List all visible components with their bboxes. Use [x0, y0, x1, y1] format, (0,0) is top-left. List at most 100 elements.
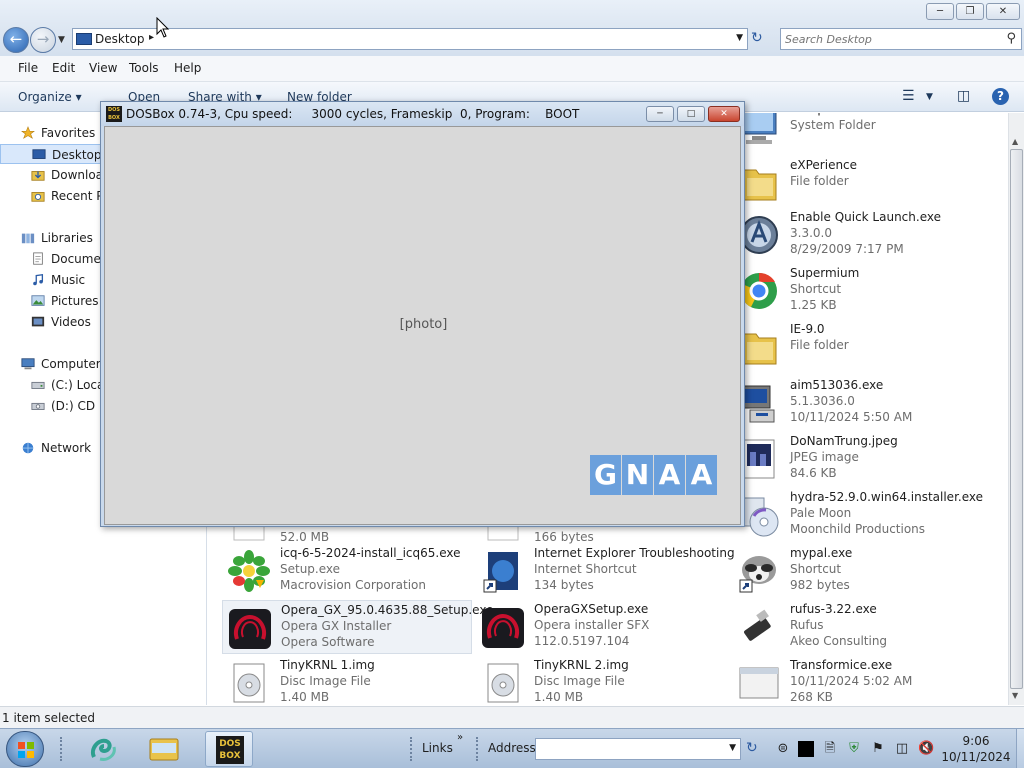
start-button[interactable] [6, 731, 44, 767]
help-icon[interactable]: ? [992, 88, 1009, 105]
file-name: Transformice.exe [790, 658, 893, 672]
file-item[interactable]: Computer System Folder [732, 113, 982, 154]
search-icon[interactable]: ⚲ [1006, 31, 1016, 46]
file-detail: JPEG image [790, 450, 859, 464]
dosbox-title-bar[interactable]: DOS BOX DOSBox 0.74-3, Cpu speed: 3000 c… [101, 102, 744, 126]
file-item[interactable]: rufus-3.22.exe Rufus Akeo Consulting [732, 600, 982, 654]
file-name: aim513036.exe [790, 378, 884, 392]
file-item[interactable]: hydra-52.9.0.win64.installer.exe Pale Moo… [732, 488, 983, 542]
icq-flower-icon [228, 550, 270, 592]
tray-icon[interactable]: ⊜ [775, 741, 791, 757]
nav-item-label: Desktop [52, 148, 102, 162]
file-detail: Shortcut [790, 282, 842, 296]
address-text[interactable]: Desktop [95, 32, 145, 46]
file-detail: 10/11/2024 5:50 AM [790, 410, 913, 424]
dosbox-minimize-button[interactable]: ─ [646, 106, 674, 122]
taskbar-app-button[interactable] [80, 731, 128, 767]
go-icon[interactable]: ↻ [746, 740, 758, 756]
taskbar-dosbox-button[interactable]: DOS BOX [205, 731, 253, 767]
menu-view[interactable]: View [89, 61, 117, 75]
file-item[interactable]: Internet Explorer Troubleshooting Interne… [476, 544, 735, 598]
back-button[interactable]: ← [3, 27, 29, 53]
taskbar-address-input[interactable] [538, 741, 718, 757]
nav-item-label: Network [41, 441, 92, 455]
show-desktop-button[interactable] [1016, 729, 1024, 768]
menu-file[interactable]: File [18, 61, 38, 75]
preview-pane-icon[interactable]: ◫ [957, 88, 970, 104]
windows-logo-icon [18, 742, 34, 758]
volume-muted-icon[interactable]: 🔇 [918, 741, 934, 757]
menu-tools[interactable]: Tools [129, 61, 159, 75]
breadcrumb-chevron-icon[interactable]: ▸ [149, 32, 154, 43]
forward-button[interactable]: → [30, 27, 56, 53]
dosbox-screen[interactable]: [photo] G N A A [104, 126, 741, 525]
document-tray-icon[interactable]: 🗎 [822, 741, 838, 757]
toolbar-grip[interactable] [476, 737, 480, 761]
dosbox-window[interactable]: DOS BOX DOSBox 0.74-3, Cpu speed: 3000 c… [100, 101, 745, 527]
file-item[interactable]: OperaGXSetup.exe Opera installer SFX 112.0… [476, 600, 726, 654]
file-item[interactable]: eXPerience File folder [732, 156, 982, 210]
change-view-icon[interactable]: ☰ [902, 88, 915, 104]
watermark-letter: A [686, 455, 717, 495]
recent-pages-dropdown-icon[interactable]: ▼ [58, 35, 65, 45]
file-detail: 8/29/2009 7:17 PM [790, 242, 904, 256]
file-item[interactable]: aim513036.exe 5.1.3036.0 10/11/2024 5:50 A… [732, 376, 982, 430]
file-item[interactable]: Opera_GX_95.0.4635.88_Setup.exe Opera GX … [222, 600, 493, 654]
file-item[interactable]: icq-6-5-2024-install_icq65.exe Setup.exe M… [222, 544, 472, 598]
close-button[interactable]: ✕ [986, 3, 1020, 20]
refresh-icon[interactable]: ↻ [751, 30, 763, 46]
address-bar[interactable]: Desktop ▸ ▼ [72, 28, 748, 50]
organize-button[interactable]: Organize ▾ [18, 90, 82, 104]
scroll-up-icon[interactable]: ▲ [1012, 137, 1018, 146]
vertical-scrollbar[interactable]: ▲ ▼ [1008, 113, 1024, 705]
maximize-button[interactable]: ❐ [956, 3, 984, 20]
action-center-flag-icon[interactable]: ⚑ [870, 741, 886, 757]
dosbox-app-icon[interactable]: DOS BOX [106, 106, 122, 122]
network-tray-icon[interactable]: ◫ [894, 741, 910, 757]
view-dropdown-icon[interactable]: ▼ [926, 92, 933, 102]
links-chevron-icon[interactable]: » [457, 732, 463, 743]
file-item[interactable]: TinyKRNL 1.img Disc Image File 1.40 MB [222, 656, 472, 705]
black-square-tray-icon[interactable] [798, 741, 814, 757]
file-detail: 1.40 MB [280, 690, 330, 704]
menu-help[interactable]: Help [174, 61, 201, 75]
file-item[interactable]: Transformice.exe 10/11/2024 5:02 AM 268 KB [732, 656, 982, 705]
scroll-thumb[interactable] [1010, 149, 1023, 689]
menu-bar: File Edit View Tools Help [0, 56, 1024, 82]
watermark-letter: A [654, 455, 685, 495]
address-dropdown-icon[interactable]: ▼ [729, 743, 736, 753]
search-box[interactable]: ⚲ [780, 28, 1022, 50]
file-detail: Pale Moon [790, 506, 852, 520]
file-item[interactable]: mypal.exe Shortcut 982 bytes [732, 544, 982, 598]
file-detail: 3.3.0.0 [790, 226, 832, 240]
file-name: icq-6-5-2024-install_icq65.exe [280, 546, 461, 560]
search-input[interactable] [785, 31, 995, 47]
file-detail: Opera GX Installer [281, 619, 392, 633]
file-name: Enable Quick Launch.exe [790, 210, 941, 224]
address-dropdown-icon[interactable]: ▼ [736, 33, 743, 43]
dosbox-maximize-button[interactable]: □ [677, 106, 705, 122]
hard-drive-icon [31, 381, 45, 389]
address-toolbar-label: Address [488, 741, 536, 755]
toolbar-grip[interactable] [60, 737, 64, 761]
taskbar-explorer-button[interactable] [140, 731, 188, 767]
file-detail: 1.25 KB [790, 298, 837, 312]
toolbar-grip[interactable] [410, 737, 414, 761]
file-item[interactable]: Enable Quick Launch.exe 3.3.0.0 8/29/2009 … [732, 208, 982, 262]
computer-icon [21, 358, 35, 370]
taskbar-address-box[interactable]: ▼ [535, 738, 741, 760]
minimize-button[interactable]: ─ [926, 3, 954, 20]
title-bar[interactable]: ─ ❐ ✕ [0, 0, 1024, 24]
file-item[interactable]: TinyKRNL 2.img Disc Image File 1.40 MB [476, 656, 726, 705]
file-name: TinyKRNL 1.img [280, 658, 375, 672]
file-item[interactable]: Supermium Shortcut 1.25 KB [732, 264, 982, 318]
clock[interactable]: 9:06 10/11/2024 [940, 733, 1012, 765]
dosbox-close-button[interactable]: ✕ [708, 106, 740, 122]
file-detail: Shortcut [790, 562, 842, 576]
file-item[interactable]: DoNamTrung.jpeg JPEG image 84.6 KB [732, 432, 982, 486]
links-toolbar-label[interactable]: Links [422, 741, 453, 755]
menu-edit[interactable]: Edit [52, 61, 75, 75]
security-shield-icon[interactable]: ⛨ [846, 741, 862, 757]
file-item[interactable]: IE-9.0 File folder [732, 320, 982, 374]
scroll-down-icon[interactable]: ▼ [1012, 691, 1018, 700]
